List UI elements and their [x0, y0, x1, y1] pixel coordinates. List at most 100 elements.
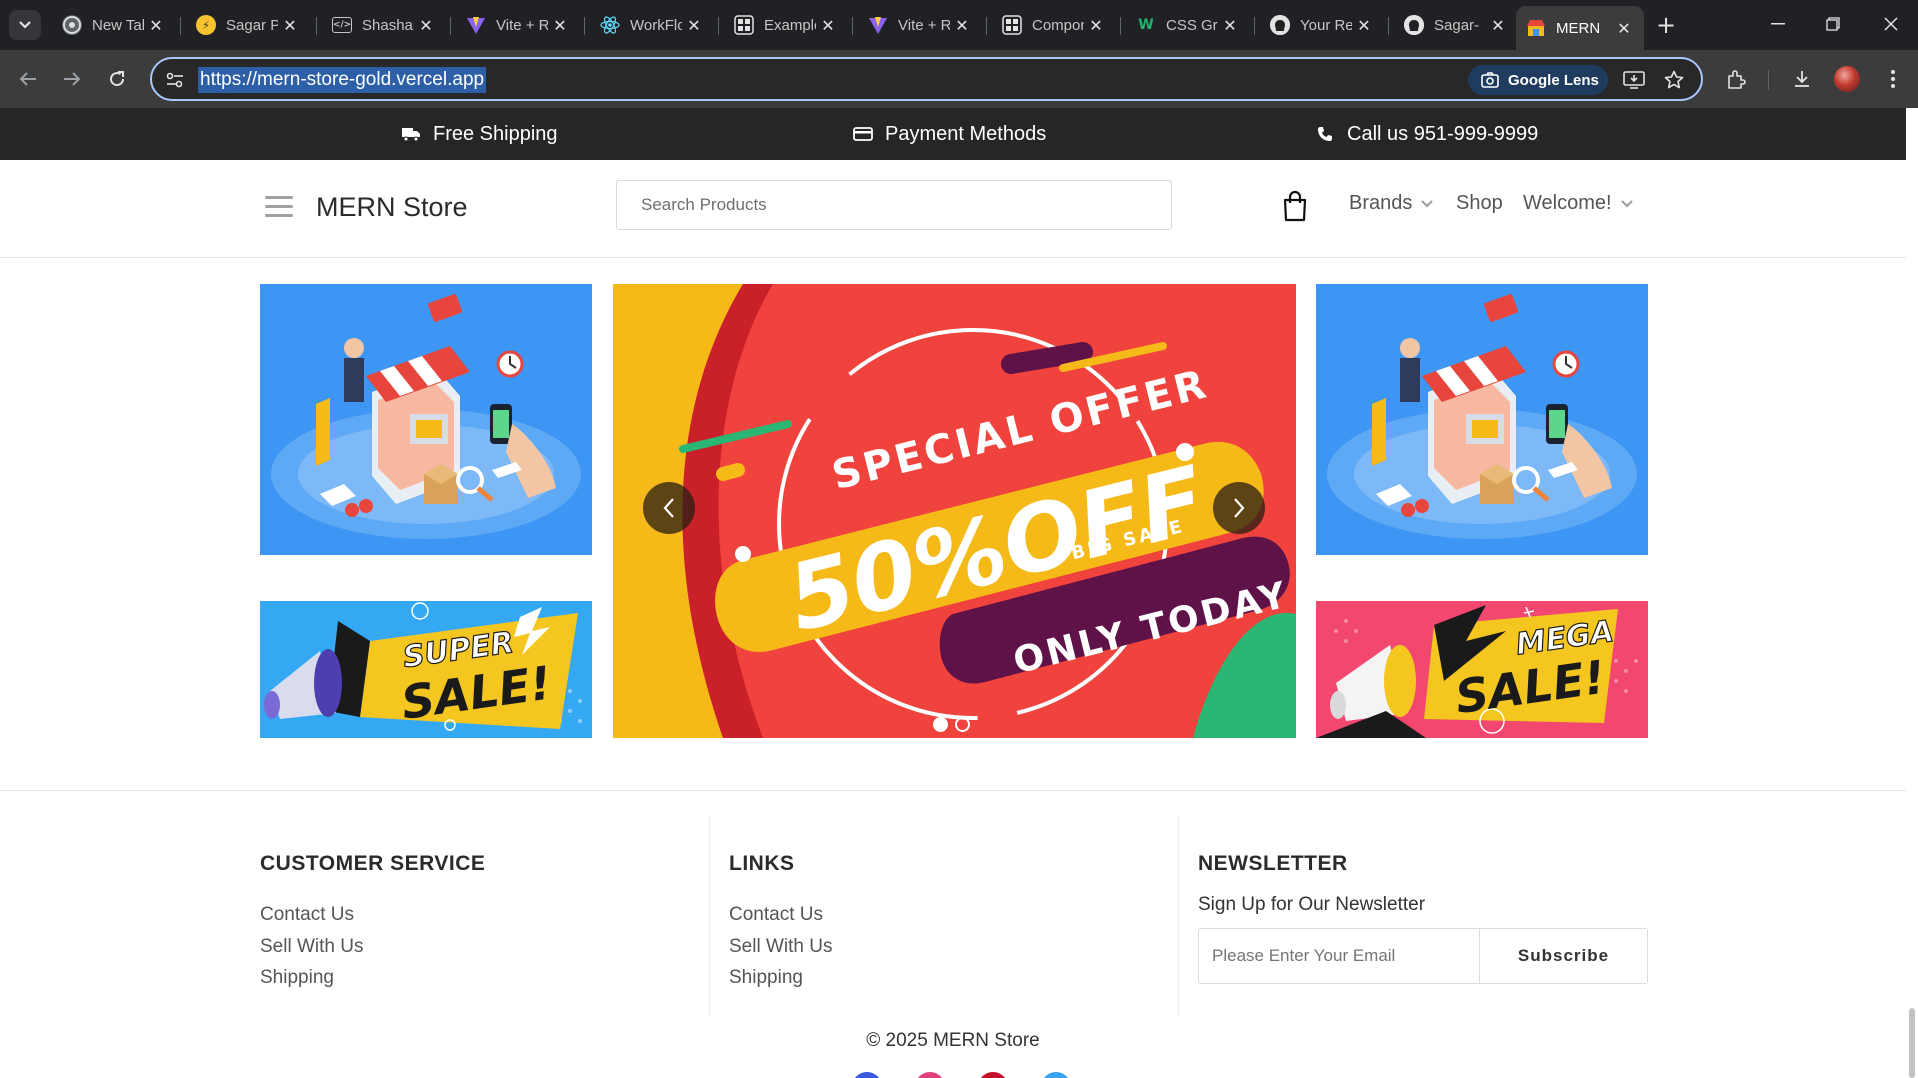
close-icon[interactable]: ✕: [550, 15, 570, 35]
new-tab-button[interactable]: +: [1651, 10, 1681, 40]
shop-link[interactable]: Shop: [1456, 192, 1503, 215]
lightning-icon: ⚡: [196, 15, 216, 35]
online-shopping-banner-right[interactable]: [1316, 284, 1648, 555]
brands-dropdown[interactable]: Brands: [1349, 192, 1434, 215]
credit-card-icon: [853, 124, 873, 144]
arrow-right-icon: [64, 72, 81, 86]
phone-icon: [1315, 124, 1335, 144]
close-icon[interactable]: ✕: [818, 15, 838, 35]
footer-column-separator: [1178, 816, 1179, 1016]
chevron-left-icon: [663, 498, 674, 518]
download-icon[interactable]: [1787, 64, 1817, 94]
close-icon[interactable]: ✕: [280, 15, 300, 35]
customer-service-column: CUSTOMER SERVICE Contact Us Sell With Us…: [260, 816, 700, 1016]
url-text[interactable]: https://mern-store-gold.vercel.app: [198, 67, 487, 93]
online-shopping-banner-left[interactable]: [260, 284, 592, 555]
close-icon[interactable]: ✕: [1220, 15, 1240, 35]
footer-link-shipping[interactable]: Shipping: [260, 967, 334, 989]
tab-label: Sagar-: [1434, 16, 1480, 34]
links-column: LINKS Contact Us Sell With Us Shipping: [729, 816, 1169, 1016]
super-sale-illustration: SUPER SALE!: [260, 601, 592, 738]
tab-css-grid[interactable]: W CSS Grid ✕: [1126, 8, 1250, 42]
hero-section: SUPER SALE! SPECIAL OFFER 50%OFF BIG SAL…: [260, 284, 1648, 738]
carousel-dot-1[interactable]: [933, 717, 948, 732]
site-info-icon[interactable]: [164, 69, 186, 91]
close-icon[interactable]: ✕: [952, 15, 972, 35]
footer-divider: [0, 790, 1906, 791]
carousel-next-button[interactable]: [1213, 482, 1265, 534]
tab-new-tab[interactable]: New Tab ✕: [52, 8, 176, 42]
vite-icon: [466, 15, 486, 35]
tab-mern-active[interactable]: MERN ✕: [1516, 6, 1644, 50]
restore-button[interactable]: [1813, 6, 1853, 42]
carousel-dot-2[interactable]: [955, 717, 970, 732]
menu-icon[interactable]: [265, 196, 293, 220]
super-sale-banner[interactable]: SUPER SALE!: [260, 601, 592, 738]
shopping-bag-icon[interactable]: [1282, 190, 1308, 222]
chevron-down-icon: [1620, 199, 1633, 208]
tab-components[interactable]: Components ✕: [992, 8, 1116, 42]
newsletter-email-input[interactable]: [1199, 929, 1479, 983]
minimize-button[interactable]: [1758, 6, 1798, 42]
address-bar[interactable]: https://mern-store-gold.vercel.app Googl…: [150, 57, 1703, 101]
tab-workflow[interactable]: WorkFlow ✕: [590, 8, 714, 42]
call-us-label: Call us 951-999-9999: [1347, 122, 1539, 145]
close-icon[interactable]: ✕: [1614, 18, 1634, 38]
close-icon[interactable]: ✕: [1354, 15, 1374, 35]
browser-toolbar: https://mern-store-gold.vercel.app Googl…: [0, 50, 1918, 108]
shop-label: Shop: [1456, 192, 1503, 214]
close-icon[interactable]: ✕: [1086, 15, 1106, 35]
star-icon[interactable]: [1661, 67, 1687, 93]
close-icon[interactable]: ✕: [146, 15, 166, 35]
forward-button[interactable]: [56, 63, 88, 95]
payment-methods-label: Payment Methods: [885, 122, 1047, 145]
close-icon[interactable]: ✕: [684, 15, 704, 35]
close-icon[interactable]: ✕: [416, 15, 436, 35]
scrollbar-thumb[interactable]: [1909, 1008, 1915, 1078]
special-offer-slide: SPECIAL OFFER 50%OFF BIG SALE ONLY TODAY: [613, 284, 1296, 738]
w-icon: W: [1138, 17, 1154, 33]
tab-examples[interactable]: Examples ✕: [724, 8, 848, 42]
profile-avatar[interactable]: [1834, 66, 1860, 92]
page-scrollbar[interactable]: [1906, 108, 1918, 1078]
mega-sale-banner[interactable]: MEGA SALE!: [1316, 601, 1648, 738]
carousel-prev-button[interactable]: [643, 482, 695, 534]
tab-label: Your Repositories: [1300, 16, 1352, 34]
more-menu-icon[interactable]: [1878, 64, 1908, 94]
tab-shashank[interactable]: </> Shashank ✕: [322, 8, 446, 42]
brands-label: Brands: [1349, 192, 1413, 214]
install-app-icon[interactable]: [1621, 67, 1647, 93]
google-lens-button[interactable]: Google Lens: [1468, 65, 1608, 95]
footer-link-sell-with-us[interactable]: Sell With Us: [260, 936, 363, 958]
tab-sagar-repo[interactable]: Sagar- ✕: [1394, 8, 1518, 42]
store-logo[interactable]: MERN Store: [316, 192, 468, 223]
tab-sagar-portfolio[interactable]: ⚡ Sagar Portfolio ✕: [186, 8, 310, 42]
hero-carousel: SPECIAL OFFER 50%OFF BIG SALE ONLY TODAY: [613, 284, 1296, 738]
close-icon[interactable]: ✕: [1488, 15, 1508, 35]
tab-your-repositories[interactable]: Your Repositories ✕: [1260, 8, 1384, 42]
twitter-icon[interactable]: [1041, 1072, 1071, 1078]
restore-icon: [1826, 17, 1840, 31]
facebook-icon[interactable]: [852, 1072, 882, 1078]
reload-button[interactable]: [101, 63, 133, 95]
close-window-button[interactable]: [1871, 6, 1911, 42]
reload-icon: [110, 71, 125, 87]
google-lens-label: Google Lens: [1508, 71, 1599, 89]
tab-label: New Tab: [92, 16, 144, 34]
instagram-icon[interactable]: [915, 1072, 945, 1078]
subscribe-button[interactable]: Subscribe: [1479, 929, 1647, 983]
footer-link-contact-us[interactable]: Contact Us: [729, 904, 823, 926]
footer-link-sell-with-us[interactable]: Sell With Us: [729, 936, 832, 958]
extensions-icon[interactable]: [1721, 64, 1751, 94]
welcome-label: Welcome!: [1523, 192, 1612, 214]
tab-vite-react-1[interactable]: Vite + React ✕: [456, 8, 580, 42]
pinterest-icon[interactable]: [978, 1072, 1008, 1078]
back-button[interactable]: [12, 63, 44, 95]
search-input[interactable]: [616, 180, 1172, 230]
tab-search-button[interactable]: [9, 10, 41, 40]
welcome-dropdown[interactable]: Welcome!: [1523, 192, 1634, 215]
tab-vite-react-2[interactable]: Vite + React ✕: [858, 8, 982, 42]
copyright-text: © 2025 MERN Store: [866, 1030, 1040, 1051]
footer-link-shipping[interactable]: Shipping: [729, 967, 803, 989]
footer-link-contact-us[interactable]: Contact Us: [260, 904, 354, 926]
